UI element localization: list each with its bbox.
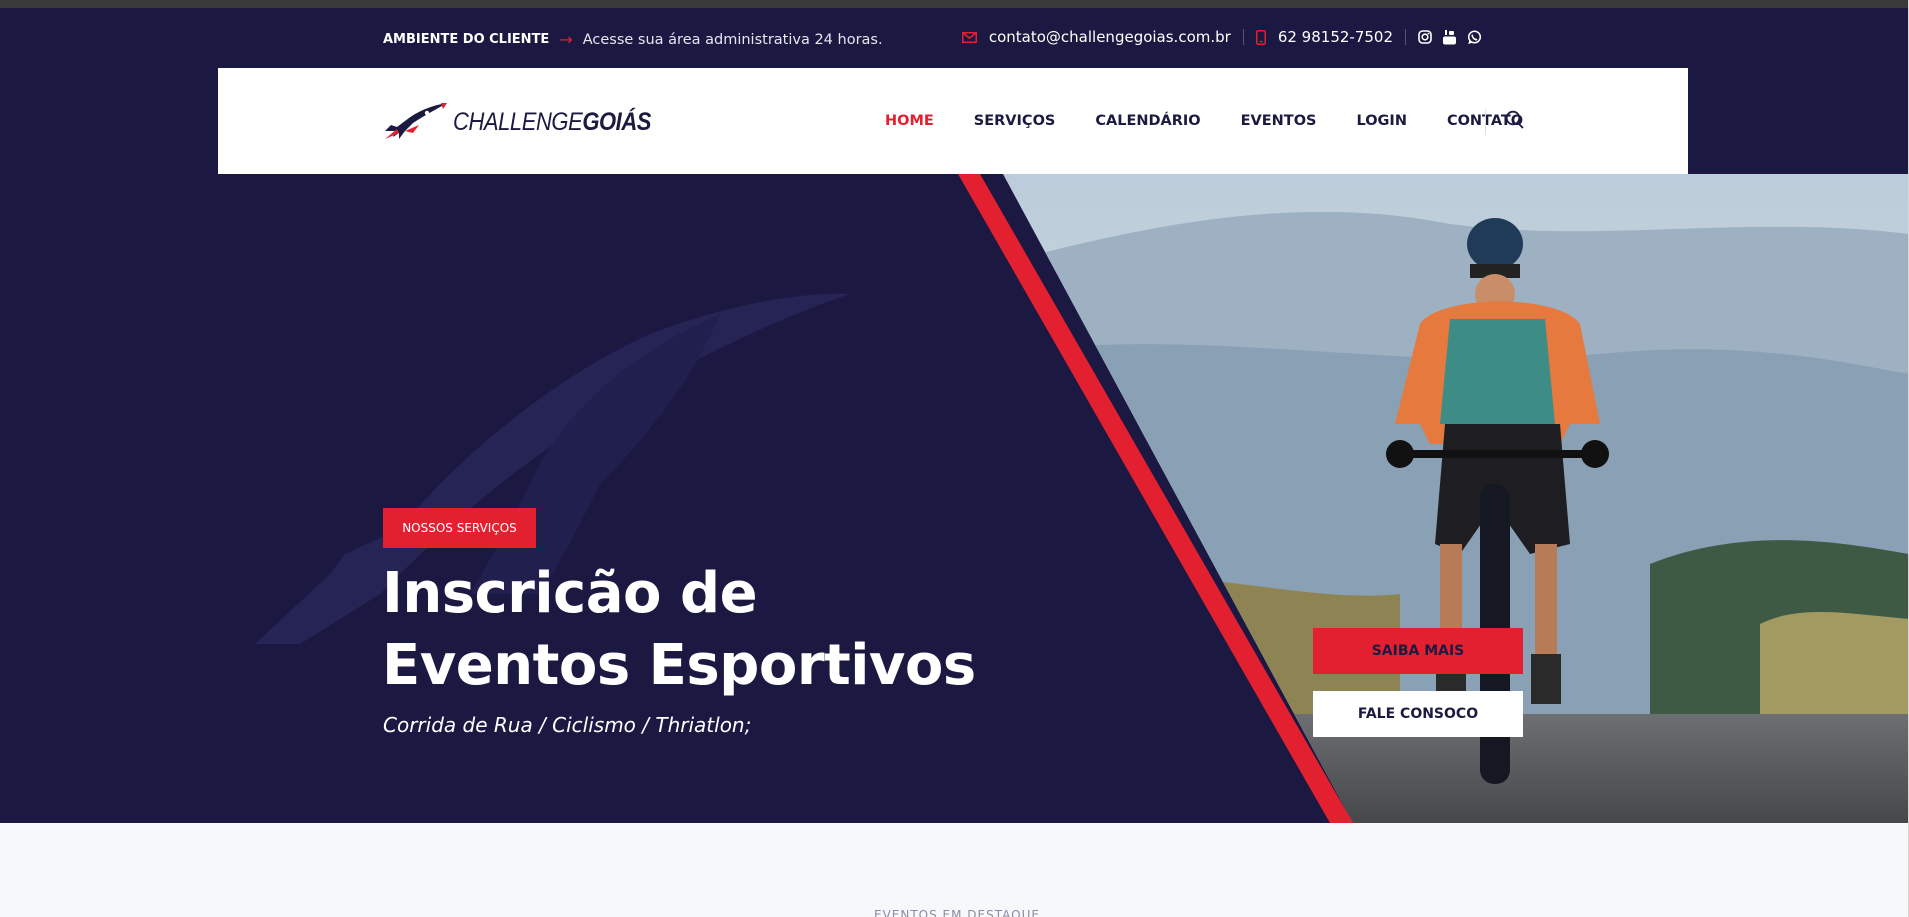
hero-title-line-1: Inscricão de: [382, 561, 758, 626]
social-links: [1418, 29, 1482, 45]
search-button[interactable]: [1505, 110, 1527, 132]
instagram-icon[interactable]: [1418, 30, 1432, 44]
site-logo[interactable]: CHALLENGEGOIÁS: [383, 101, 678, 143]
hero-title: Inscricão de Eventos Esportivos: [382, 558, 976, 702]
rocket-logo-icon: [385, 103, 447, 139]
divider: [1485, 109, 1486, 135]
nav-home[interactable]: HOME: [885, 113, 934, 129]
saiba-mais-button[interactable]: SAIBA MAIS: [1313, 628, 1523, 674]
logo-secondary-text: GOIÁS: [582, 107, 652, 136]
search-icon: [1505, 110, 1524, 129]
site-header: CHALLENGEGOIÁS HOME SERVIÇOS CALENDÁRIO …: [218, 68, 1688, 174]
logo-primary-text: CHALLENGE: [453, 107, 583, 136]
whatsapp-icon[interactable]: [1467, 29, 1482, 45]
browser-top-edge: [0, 0, 1909, 8]
hero-image: [255, 174, 1909, 823]
nav-login[interactable]: LOGIN: [1356, 113, 1406, 129]
hero-subtitle: Corrida de Rua / Ciclismo / Thriatlon;: [383, 713, 752, 737]
youtube-icon[interactable]: [1442, 29, 1457, 45]
fale-conosco-button[interactable]: FALE CONSOCO: [1313, 691, 1523, 737]
logo-wordmark: CHALLENGEGOIÁS: [453, 108, 651, 137]
content-section: [0, 823, 1909, 917]
client-area-description: Acesse sua área administrativa 24 horas.: [582, 31, 883, 48]
nav-eventos[interactable]: EVENTOS: [1241, 113, 1317, 129]
mail-icon: [961, 31, 977, 43]
email-link[interactable]: contato@challengegoias.com.br: [989, 28, 1231, 46]
hero-title-line-2: Eventos Esportivos: [382, 633, 976, 698]
phone-icon: [1255, 29, 1266, 45]
contact-info: contato@challengegoias.com.br 62 98152-7…: [961, 28, 1482, 46]
main-nav: HOME SERVIÇOS CALENDÁRIO EVENTOS LOGIN C…: [885, 68, 1523, 174]
services-badge: NOSSOS SERVIÇOS: [383, 508, 536, 548]
client-area-label: AMBIENTE DO CLIENTE: [383, 32, 550, 47]
section-label: EVENTOS EM DESTAQUE: [874, 908, 1040, 917]
divider: [1405, 29, 1406, 45]
phone-link[interactable]: 62 98152-7502: [1278, 28, 1393, 46]
nav-calendario[interactable]: CALENDÁRIO: [1095, 113, 1200, 129]
arrow-right-icon: →: [559, 30, 573, 49]
hero-banner: [0, 124, 1909, 823]
nav-servicos[interactable]: SERVIÇOS: [974, 113, 1056, 129]
divider: [1242, 29, 1244, 45]
client-area-link[interactable]: AMBIENTE DO CLIENTE → Acesse sua área ad…: [383, 30, 883, 49]
